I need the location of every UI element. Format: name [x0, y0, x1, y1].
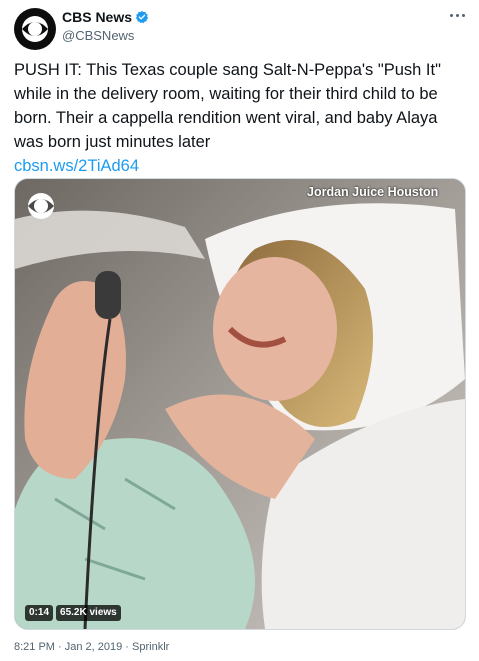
cbs-eye-logo-icon	[22, 16, 48, 42]
verified-badge-icon	[135, 10, 149, 24]
video-duration: 0:14	[25, 605, 54, 621]
tweet-timestamp[interactable]: 8:21 PM · Jan 2, 2019 · Sprinklr	[14, 641, 169, 653]
video-views: 65.2K views	[56, 605, 121, 621]
video-watermark: Jordan Juice Houston	[307, 185, 439, 199]
author-name-row: CBS News	[62, 9, 149, 25]
tweet-link[interactable]: cbsn.ws/2TiAd64	[14, 154, 466, 178]
tweet-text: PUSH IT: This Texas couple sang Salt-N-P…	[14, 58, 466, 178]
author-name[interactable]: CBS News	[62, 9, 132, 25]
video-frame	[15, 179, 465, 629]
video-player[interactable]: Jordan Juice Houston 0:14 65.2K views	[14, 178, 466, 630]
tweet-body: PUSH IT: This Texas couple sang Salt-N-P…	[14, 61, 441, 151]
author-handle[interactable]: @CBSNews	[62, 28, 134, 43]
avatar[interactable]	[14, 8, 56, 50]
more-options-icon[interactable]	[446, 8, 468, 22]
cbs-watermark-icon	[28, 193, 54, 219]
video-meta: 0:14 65.2K views	[25, 605, 124, 621]
